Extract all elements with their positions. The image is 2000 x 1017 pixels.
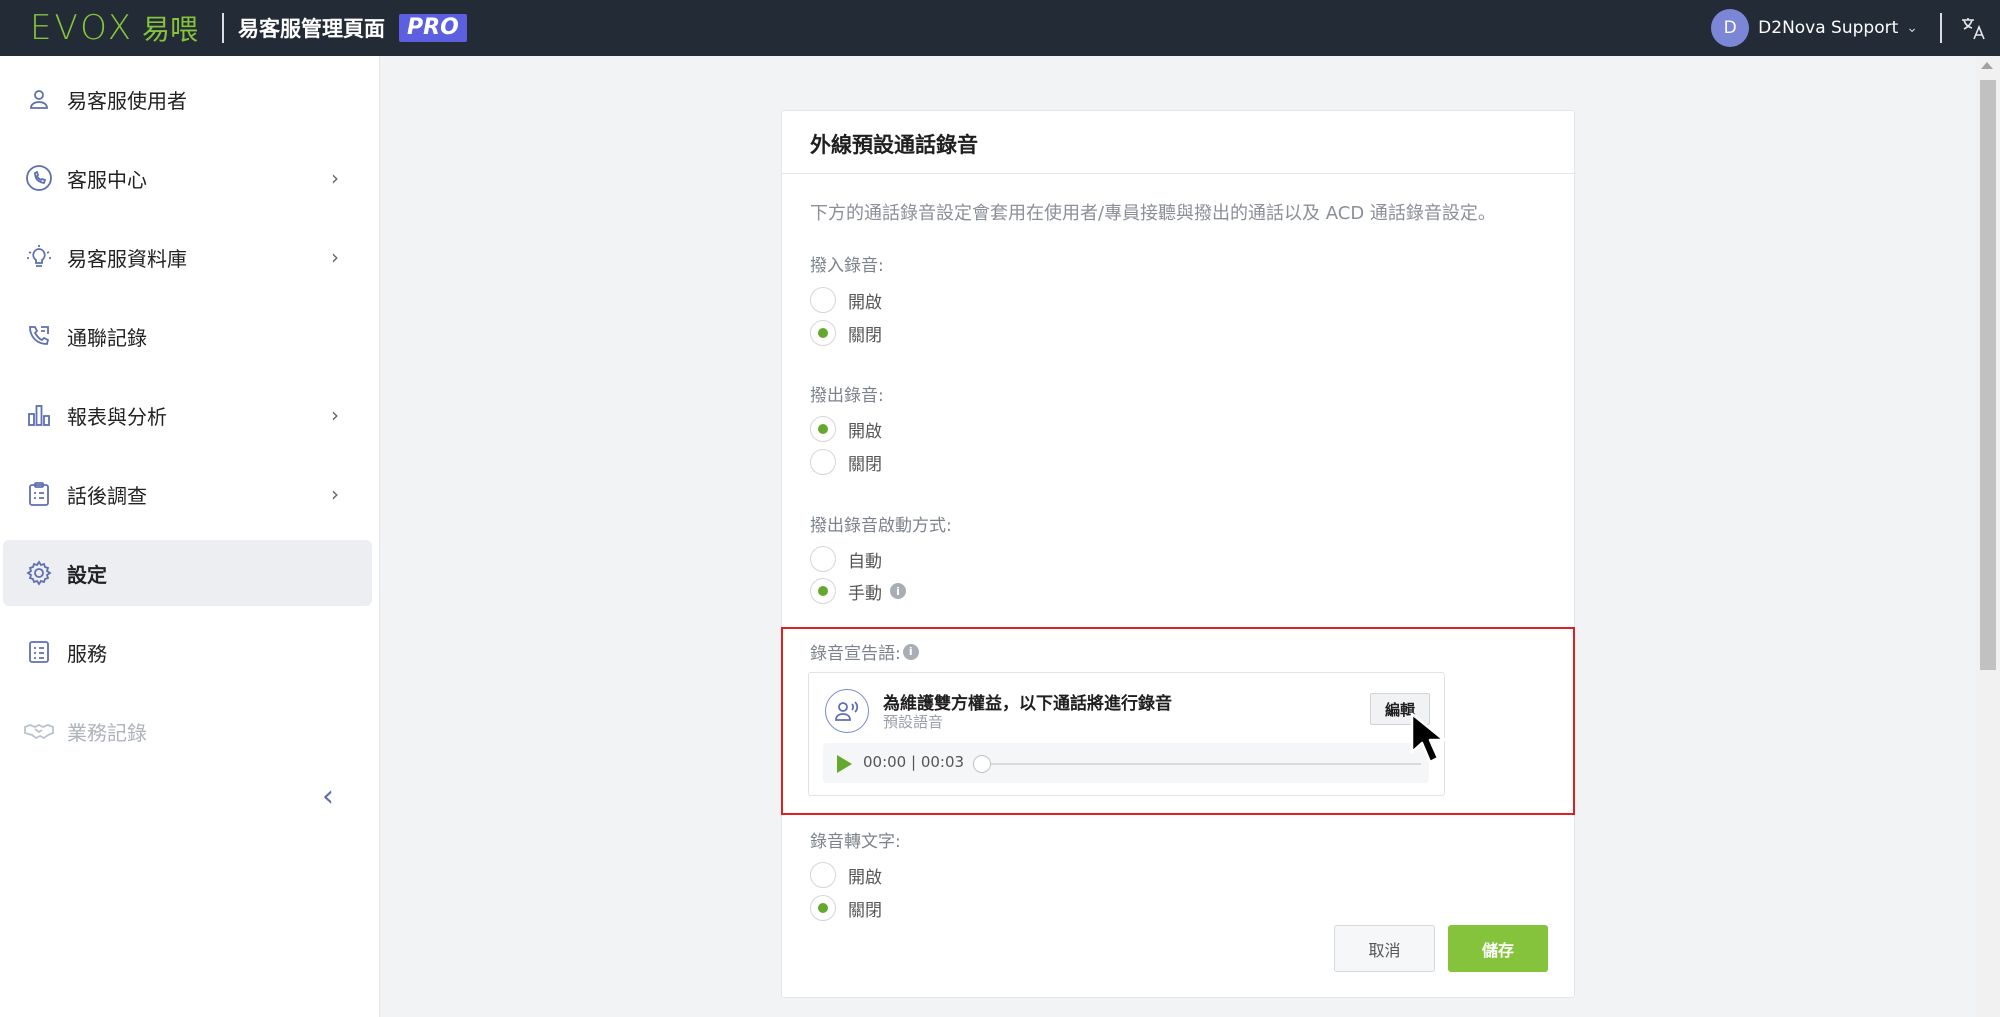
chevron-right-icon: ›	[331, 482, 339, 506]
chevron-right-icon: ›	[331, 166, 339, 190]
outbound-mode-label: 撥出錄音啟動方式:	[810, 516, 952, 536]
sidebar: 易客服使用者 客服中心 › 易客服資料庫 › 通聯記錄 報表與分析 › 話後調查…	[0, 56, 380, 1017]
radio-button[interactable]	[810, 416, 836, 442]
call-center-icon	[24, 163, 54, 193]
voice-announcement-icon	[825, 689, 869, 733]
option-label: 關閉	[848, 325, 882, 346]
collapse-sidebar-button[interactable]: ‹	[310, 778, 346, 814]
radio-button[interactable]	[810, 287, 836, 313]
transcription-off-option[interactable]: 關閉	[810, 895, 882, 921]
radio-button[interactable]	[810, 320, 836, 346]
radio-button[interactable]	[810, 862, 836, 888]
outbound-manual-option[interactable]: 手動 i	[810, 578, 906, 604]
sidebar-item-label: 業務記錄	[67, 720, 147, 745]
transcription-label: 錄音轉文字:	[810, 832, 901, 852]
card-title: 外線預設通話錄音	[810, 133, 978, 157]
phone-log-icon	[24, 321, 54, 351]
radio-button[interactable]	[810, 895, 836, 921]
sidebar-item-label: 服務	[67, 641, 107, 666]
sidebar-item-users[interactable]: 易客服使用者	[3, 66, 372, 132]
cancel-button[interactable]: 取消	[1334, 925, 1435, 972]
app-title: 易客服管理頁面	[238, 17, 386, 41]
outbound-off-option[interactable]: 關閉	[810, 449, 882, 475]
outbound-auto-option[interactable]: 自動	[810, 546, 882, 572]
sidebar-item-label: 報表與分析	[67, 404, 167, 429]
service-list-icon	[24, 637, 54, 667]
inbound-off-option[interactable]: 關閉	[810, 320, 882, 346]
brand-logo[interactable]: EVOX 易喂	[30, 0, 198, 56]
option-label: 開啟	[848, 867, 882, 888]
pro-badge: PRO	[399, 14, 467, 42]
transcription-on-option[interactable]: 開啟	[810, 862, 882, 888]
radio-button[interactable]	[810, 546, 836, 572]
radio-button[interactable]	[810, 449, 836, 475]
inbound-recording-label: 撥入錄音:	[810, 256, 884, 276]
page-scrollbar[interactable]	[1976, 56, 2000, 1017]
info-icon[interactable]: i	[890, 583, 906, 599]
user-name[interactable]: D2Nova Support	[1758, 18, 1898, 38]
top-bar: EVOX 易喂 易客服管理頁面 PRO D D2Nova Support ⌄	[0, 0, 2000, 56]
sidebar-item-settings[interactable]: 設定	[3, 540, 372, 606]
save-button[interactable]: 儲存	[1448, 925, 1548, 972]
brand-logo-text: EVOX	[30, 8, 135, 48]
option-label: 開啟	[848, 421, 882, 442]
survey-icon	[24, 479, 54, 509]
brand-divider	[222, 13, 225, 43]
scroll-thumb[interactable]	[1980, 80, 1996, 670]
user-area: D D2Nova Support ⌄	[1711, 0, 2000, 56]
card-header: 外線預設通話錄音	[782, 111, 1576, 174]
option-label: 關閉	[848, 900, 882, 921]
mouse-cursor-icon	[1410, 712, 1446, 764]
scroll-up-arrow[interactable]	[1981, 62, 1993, 69]
option-label: 手動	[848, 583, 882, 604]
sidebar-item-call-log[interactable]: 通聯記錄	[3, 303, 372, 369]
radio-button[interactable]	[810, 578, 836, 604]
brand-logo-cn: 易喂	[142, 13, 199, 46]
sidebar-item-call-center[interactable]: 客服中心 ›	[3, 145, 372, 211]
audio-progress-track[interactable]	[981, 763, 1421, 765]
option-label: 開啟	[848, 292, 882, 313]
sidebar-item-label: 話後調查	[67, 483, 147, 508]
announcement-box: 為維護雙方權益，以下通話將進行錄音 預設語音 編輯 00:00 | 00:03	[808, 672, 1445, 796]
handshake-icon	[24, 716, 54, 746]
sidebar-item-label: 易客服資料庫	[67, 246, 187, 271]
play-icon[interactable]	[837, 755, 852, 773]
sidebar-item-survey[interactable]: 話後調查 ›	[3, 461, 372, 527]
chevron-right-icon: ›	[331, 403, 339, 427]
outbound-on-option[interactable]: 開啟	[810, 416, 882, 442]
announcement-subtitle: 預設語音	[883, 713, 944, 731]
user-icon	[24, 84, 54, 114]
card-description: 下方的通話錄音設定會套用在使用者/專員接聽與撥出的通話以及 ACD 通話錄音設定…	[810, 203, 1496, 224]
option-label: 關閉	[848, 454, 882, 475]
sidebar-item-label: 客服中心	[67, 167, 147, 192]
chevron-down-icon[interactable]: ⌄	[1906, 20, 1918, 36]
sidebar-item-services[interactable]: 服務	[3, 619, 372, 685]
audio-player: 00:00 | 00:03	[823, 743, 1429, 783]
recording-settings-card: 外線預設通話錄音 下方的通話錄音設定會套用在使用者/專員接聽與撥出的通話以及 A…	[781, 110, 1576, 998]
language-icon[interactable]	[1960, 15, 1986, 41]
avatar[interactable]: D	[1711, 9, 1750, 47]
sidebar-item-label: 通聯記錄	[67, 325, 147, 350]
audio-time: 00:00 | 00:03	[863, 753, 965, 771]
lightbulb-icon	[24, 242, 54, 272]
sidebar-item-label: 易客服使用者	[67, 88, 187, 113]
sidebar-item-reports[interactable]: 報表與分析 ›	[3, 382, 372, 448]
sidebar-item-label: 設定	[67, 562, 107, 587]
bar-chart-icon	[24, 400, 54, 430]
sidebar-item-knowledge-base[interactable]: 易客服資料庫 ›	[3, 224, 372, 290]
option-label: 自動	[848, 551, 882, 572]
chevron-right-icon: ›	[331, 245, 339, 269]
topbar-divider	[1940, 13, 1942, 43]
outbound-recording-label: 撥出錄音:	[810, 386, 884, 406]
audio-progress-knob[interactable]	[973, 755, 991, 773]
gear-icon	[24, 558, 54, 588]
inbound-on-option[interactable]: 開啟	[810, 287, 882, 313]
sidebar-item-business-records: 業務記錄	[3, 698, 372, 764]
